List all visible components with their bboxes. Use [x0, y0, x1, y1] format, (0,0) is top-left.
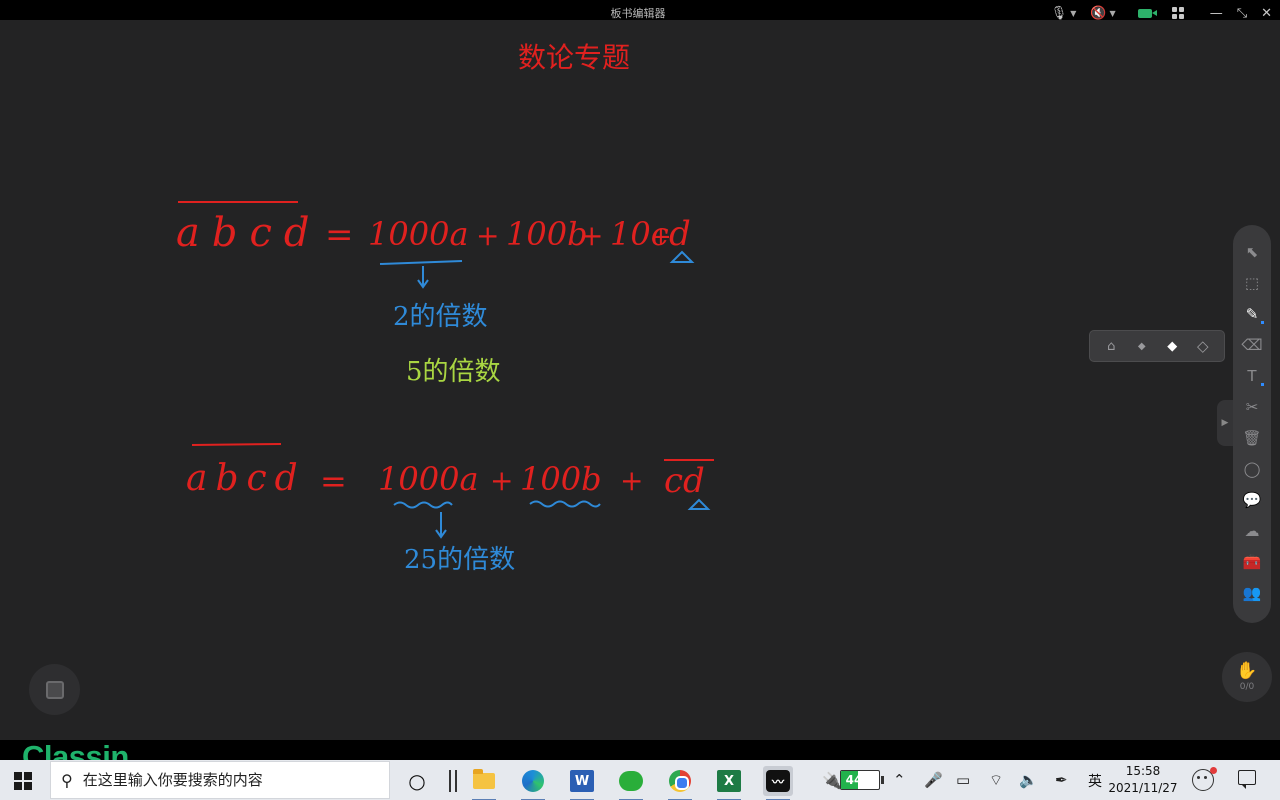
board-toolbar: ⬉ ⬚ ✎ ⌫ T ✂ 🗑 ◯ 💬 ☁ 🧰 👥: [1233, 225, 1271, 623]
pen-tool-icon[interactable]: ✎: [1238, 301, 1266, 327]
emoji-notification-icon[interactable]: [1192, 767, 1217, 791]
small-eraser-icon[interactable]: ◆: [1131, 341, 1153, 352]
windows-taskbar: ⚲ ○ W X 〰 🔌 44% ⌃ 🎤 ▭ ⌔ 🔈 ✒ 英 15:58 2021…: [0, 760, 1280, 800]
search-icon: ⚲: [61, 770, 73, 790]
shape-tool-icon[interactable]: ◯: [1238, 456, 1266, 482]
hand-icon: ✋: [1236, 661, 1258, 681]
system-clock[interactable]: 15:58 2021/11/27: [1108, 763, 1178, 797]
eraser-options-popup: ⌂ ◆ ◆ ◇: [1089, 330, 1225, 362]
cortana-icon[interactable]: ○: [402, 766, 432, 796]
volume-icon[interactable]: 🔈: [1019, 771, 1038, 789]
toolbar-collapse-tab[interactable]: ▶: [1217, 400, 1233, 446]
eraser-tool-icon[interactable]: ⌫: [1238, 332, 1266, 358]
tool-indicator-dot: [1261, 321, 1264, 324]
title-bar: 板书编辑器 🎙 ▼ 🔇 ▼ — ⤡ ✕: [0, 0, 1280, 21]
broom-icon[interactable]: ⌂: [1100, 339, 1122, 354]
page-layer-button[interactable]: [29, 664, 80, 715]
raise-hand-button[interactable]: ✋ 0/0: [1222, 652, 1272, 702]
search-input[interactable]: [82, 771, 363, 789]
edge-icon[interactable]: [518, 766, 548, 800]
chrome-icon[interactable]: [665, 766, 695, 800]
chevron-up-icon[interactable]: ⌃: [893, 771, 906, 789]
trash-tool-icon[interactable]: 🗑: [1238, 425, 1266, 451]
pointer-tool-icon[interactable]: ⬉: [1238, 239, 1266, 265]
battery-percent: 44%: [845, 773, 875, 787]
windows-start-icon[interactable]: [14, 772, 32, 790]
battery-indicator[interactable]: 44%: [840, 760, 884, 800]
power-plug-icon: 🔌: [822, 770, 842, 790]
classin-app-icon[interactable]: 〰: [763, 766, 793, 800]
taskbar-search[interactable]: ⚲: [50, 761, 390, 799]
bottom-band: [0, 740, 1280, 760]
chevron-down-icon[interactable]: ▼: [1110, 9, 1116, 18]
select-tool-icon[interactable]: ⬚: [1238, 270, 1266, 296]
wifi-icon[interactable]: ⌔: [989, 771, 1003, 790]
text-tool-icon[interactable]: T: [1238, 363, 1266, 389]
whiteboard-canvas[interactable]: [0, 20, 1280, 740]
chat-tool-icon[interactable]: 💬: [1238, 487, 1266, 513]
battery-tray-icon[interactable]: ▭: [956, 771, 970, 789]
medium-eraser-icon[interactable]: ◆: [1161, 339, 1183, 354]
action-center-icon[interactable]: [1238, 770, 1256, 789]
toolbox-tool-icon[interactable]: 🧰: [1238, 549, 1266, 575]
file-explorer-icon[interactable]: [469, 766, 499, 800]
task-view-icon[interactable]: [438, 766, 468, 796]
tool-indicator-dot: [1261, 383, 1264, 386]
excel-icon[interactable]: X: [714, 766, 744, 800]
word-icon[interactable]: W: [567, 766, 597, 800]
microphone-tray-icon[interactable]: 🎤: [924, 771, 943, 789]
raise-hand-count: 0/0: [1239, 682, 1255, 692]
input-method-indicator[interactable]: 英: [1088, 771, 1102, 791]
members-tool-icon[interactable]: 👥: [1238, 580, 1266, 606]
clock-time: 15:58: [1125, 764, 1161, 778]
chevron-down-icon[interactable]: ▼: [1070, 9, 1076, 18]
wechat-icon[interactable]: [616, 766, 646, 800]
scissors-tool-icon[interactable]: ✂: [1238, 394, 1266, 420]
cloud-tool-icon[interactable]: ☁: [1238, 518, 1266, 544]
pen-ink-icon[interactable]: ✒: [1055, 771, 1068, 789]
large-eraser-icon[interactable]: ◇: [1192, 337, 1214, 355]
clock-date: 2021/11/27: [1108, 781, 1178, 795]
layers-icon: [45, 680, 64, 699]
